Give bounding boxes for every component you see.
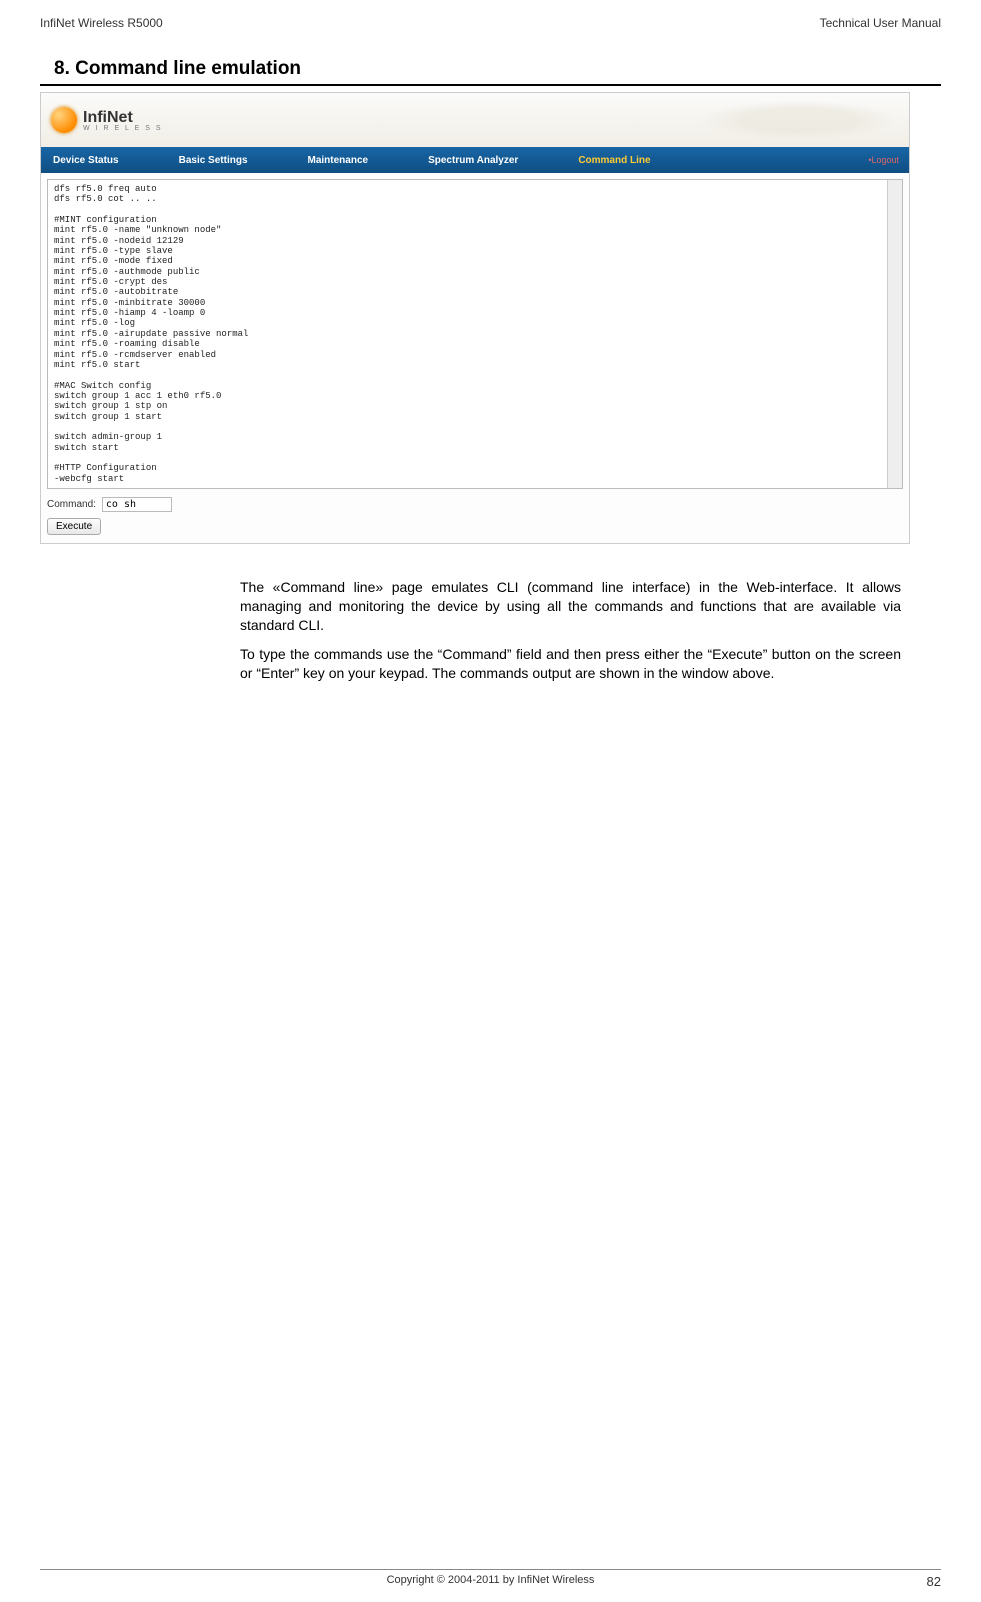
command-row: Command:	[41, 493, 909, 514]
command-label: Command:	[47, 499, 96, 510]
logo: InfiNet W I R E L E S S	[51, 107, 163, 133]
banner-decoration	[699, 100, 899, 140]
nav-device-status[interactable]: Device Status	[53, 155, 119, 166]
section-heading: 8. Command line emulation	[54, 58, 941, 80]
screenshot-container: InfiNet W I R E L E S S Device Status Ba…	[40, 92, 910, 544]
page-footer: Copyright © 2004-2011 by InfiNet Wireles…	[40, 1569, 941, 1586]
console-output: dfs rf5.0 freq auto dfs rf5.0 cot .. .. …	[47, 179, 903, 489]
nav-command-line[interactable]: Command Line	[578, 155, 650, 166]
nav-basic-settings[interactable]: Basic Settings	[179, 155, 248, 166]
logo-subtext: W I R E L E S S	[83, 125, 163, 132]
page-number: 82	[927, 1574, 941, 1589]
copyright: Copyright © 2004-2011 by InfiNet Wireles…	[387, 1574, 595, 1586]
nav-logout[interactable]: •Logout	[868, 155, 899, 165]
paragraph-2: To type the commands use the “Command” f…	[240, 645, 901, 683]
section-rule	[40, 84, 941, 86]
logo-icon	[51, 107, 77, 133]
console-text: dfs rf5.0 freq auto dfs rf5.0 cot .. .. …	[48, 180, 902, 489]
nav-maintenance[interactable]: Maintenance	[308, 155, 369, 166]
body-text: The «Command line» page emulates CLI (co…	[240, 578, 901, 682]
doc-title-right: Technical User Manual	[820, 16, 941, 30]
nav-spectrum-analyzer[interactable]: Spectrum Analyzer	[428, 155, 518, 166]
execute-button[interactable]: Execute	[47, 518, 101, 535]
paragraph-1: The «Command line» page emulates CLI (co…	[240, 578, 901, 635]
nav-bar: Device Status Basic Settings Maintenance…	[41, 147, 909, 173]
doc-title-left: InfiNet Wireless R5000	[40, 16, 163, 30]
app-banner: InfiNet W I R E L E S S	[41, 93, 909, 147]
command-input[interactable]	[102, 497, 172, 512]
